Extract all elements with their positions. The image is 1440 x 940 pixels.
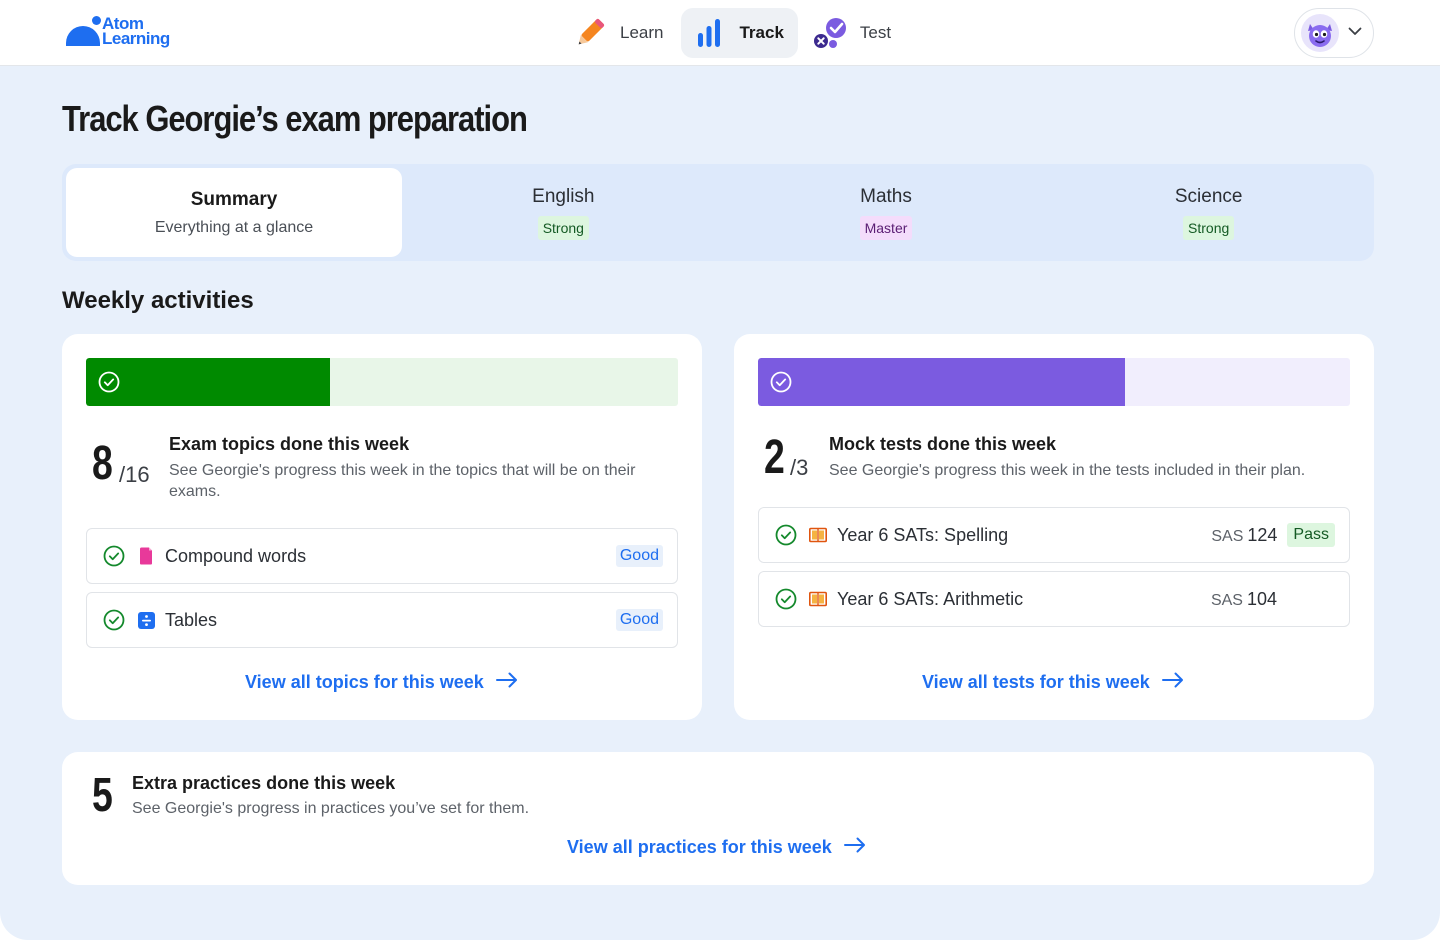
- tab-summary[interactable]: Summary Everything at a glance: [66, 168, 402, 257]
- logo-dot: [92, 16, 101, 25]
- topic-grade-badge: Good: [615, 609, 663, 631]
- test-check-icon: [812, 15, 848, 51]
- topics-total: /16: [119, 462, 150, 487]
- nav-test-label: Test: [859, 23, 892, 42]
- check-circle-icon: [775, 588, 797, 610]
- tab-science[interactable]: Science Strong: [1047, 168, 1370, 257]
- tab-science-title: Science: [1174, 185, 1243, 207]
- logo-line-2: Learning: [102, 29, 170, 48]
- topics-title: Exam topics done this week: [169, 434, 410, 454]
- nav-learn[interactable]: Learn: [562, 8, 677, 58]
- bar-chart-icon: [691, 15, 727, 51]
- page-title: Track Georgie’s exam preparation: [62, 98, 528, 139]
- topic-label: Compound words: [165, 545, 307, 566]
- science-level-badge: Strong: [1183, 215, 1235, 240]
- top-bar: Atom Learning Learn Track Test: [0, 0, 1440, 66]
- topics-progress-fill: [86, 358, 330, 406]
- view-all-topics-label: View all topics for this week: [245, 672, 484, 692]
- maths-level-badge: Master: [859, 215, 913, 240]
- monster-avatar-icon: [1308, 24, 1332, 47]
- test-label: Year 6 SATs: Spelling: [837, 524, 1009, 545]
- sas-score: SAS 124: [1211, 525, 1277, 546]
- topics-done-count: 8: [92, 437, 113, 490]
- tests-progress-bar: [758, 358, 1350, 406]
- app: Atom Learning Learn Track Test Track Geo…: [0, 0, 1440, 940]
- exam-topics-card: 8 /16 Exam topics done this week See Geo…: [62, 334, 702, 720]
- tab-summary-subtitle: Everything at a glance: [154, 218, 314, 236]
- view-all-practices-link[interactable]: View all practices for this week: [567, 837, 866, 858]
- pass-badge: Pass: [1287, 523, 1335, 547]
- view-all-topics-link[interactable]: View all topics for this week: [245, 672, 518, 693]
- sas-label: SAS: [1211, 527, 1244, 545]
- nav-track[interactable]: Track: [681, 8, 798, 58]
- atom-learning-logo[interactable]: Atom Learning: [64, 14, 176, 50]
- english-level-badge: Strong: [537, 215, 589, 240]
- tests-progress-fill: [758, 358, 1125, 406]
- open-book-icon: [809, 590, 827, 608]
- division-icon: [137, 611, 155, 629]
- profile-menu-button[interactable]: [1294, 8, 1374, 58]
- open-book-icon: [809, 526, 827, 544]
- sas-value: 124: [1247, 524, 1278, 545]
- test-row[interactable]: Year 6 SATs: Arithmetic SAS 104: [758, 571, 1350, 627]
- topics-progress-bar: [86, 358, 678, 406]
- check-circle-icon: [103, 545, 125, 567]
- tab-summary-title: Summary: [190, 188, 278, 210]
- tab-maths-title: Maths: [860, 185, 912, 207]
- tests-done-count: 2: [764, 431, 785, 484]
- check-circle-icon: [103, 609, 125, 631]
- check-circle-icon: [98, 371, 120, 398]
- check-circle-icon: [775, 524, 797, 546]
- topics-description: See Georgie's progress this week in the …: [169, 462, 636, 500]
- tab-maths[interactable]: Maths Master: [725, 168, 1048, 257]
- arrow-right-icon: [843, 837, 866, 858]
- avatar: [1301, 14, 1339, 52]
- sas-score: SAS 104: [1211, 589, 1277, 610]
- topic-row[interactable]: Tables Good: [86, 592, 678, 648]
- chevron-down-icon: [1347, 23, 1363, 44]
- main-nav: Learn Track Test: [562, 8, 905, 58]
- check-circle-icon: [770, 371, 792, 398]
- nav-test[interactable]: Test: [802, 8, 905, 58]
- tab-english-title: English: [532, 185, 595, 207]
- logo-mark: [66, 26, 100, 46]
- view-all-tests-link[interactable]: View all tests for this week: [922, 672, 1184, 693]
- tab-english[interactable]: English Strong: [402, 168, 725, 257]
- book-icon: [137, 547, 155, 565]
- practices-description: See Georgie's progress in practices you’…: [132, 800, 530, 817]
- test-row[interactable]: Year 6 SATs: Spelling SAS 124 Pass: [758, 507, 1350, 563]
- test-label: Year 6 SATs: Arithmetic: [837, 588, 1024, 609]
- view-all-tests-label: View all tests for this week: [922, 672, 1150, 692]
- sas-label: SAS: [1210, 591, 1243, 609]
- extra-practices-card: 5 Extra practices done this week See Geo…: [62, 752, 1374, 885]
- tests-total: /3: [790, 455, 809, 480]
- pencil-icon: [572, 15, 608, 51]
- nav-track-label: Track: [739, 23, 784, 42]
- weekly-activities-heading: Weekly activities: [62, 287, 254, 314]
- mock-tests-card: 2 /3 Mock tests done this week See Georg…: [734, 334, 1374, 720]
- topic-label: Tables: [165, 609, 218, 630]
- arrow-right-icon: [1161, 672, 1184, 693]
- practices-title: Extra practices done this week: [132, 773, 396, 793]
- tests-title: Mock tests done this week: [829, 434, 1057, 454]
- tests-description: See Georgie's progress this week in the …: [829, 462, 1306, 479]
- sas-value: 104: [1246, 588, 1277, 609]
- arrow-right-icon: [495, 672, 518, 693]
- nav-learn-label: Learn: [620, 23, 664, 42]
- topic-row[interactable]: Compound words Good: [86, 528, 678, 584]
- topic-grade-badge: Good: [615, 545, 663, 567]
- practices-done-count: 5: [92, 769, 113, 822]
- logo-text: Atom Learning: [102, 15, 182, 48]
- view-all-practices-label: View all practices for this week: [567, 837, 832, 857]
- subject-tabs: Summary Everything at a glance English S…: [62, 164, 1374, 261]
